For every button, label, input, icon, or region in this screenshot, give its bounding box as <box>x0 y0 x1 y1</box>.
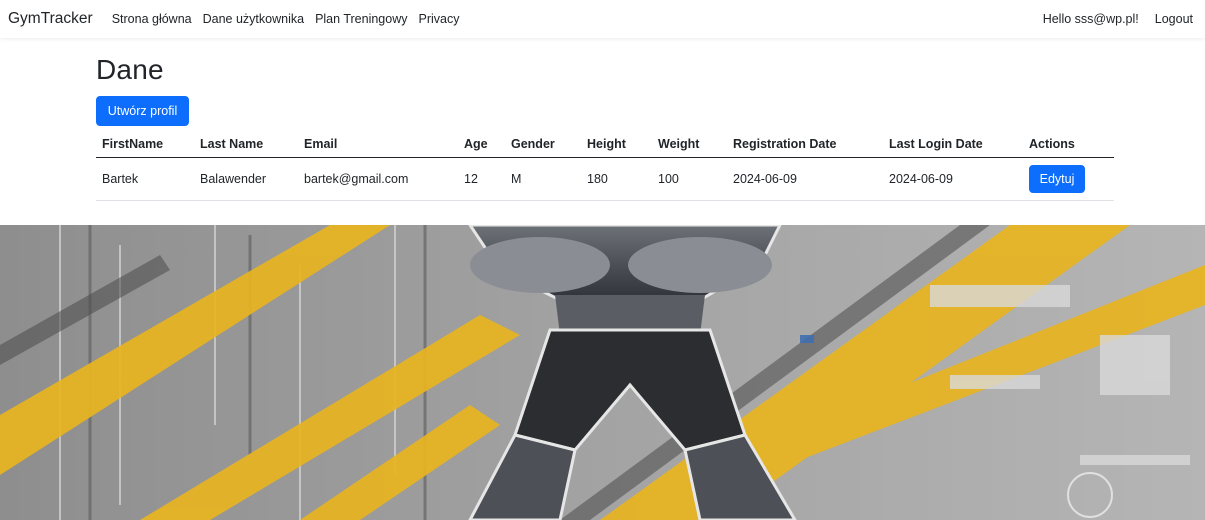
header-last-name: Last Name <box>194 132 298 158</box>
header-first-name: FirstName <box>96 132 194 158</box>
navbar: GymTracker Strona główna Dane użytkownik… <box>0 0 1205 38</box>
header-email: Email <box>298 132 458 158</box>
create-profile-button[interactable]: Utwórz profil <box>96 96 189 126</box>
bodybuilder-illustration <box>0 225 1205 520</box>
nav-link-user-data[interactable]: Dane użytkownika <box>198 12 310 26</box>
table-header-row: FirstName Last Name Email Age Gender Hei… <box>96 132 1114 158</box>
cell-age: 12 <box>458 157 505 201</box>
brand-logo[interactable]: GymTracker <box>8 10 93 28</box>
header-height: Height <box>581 132 652 158</box>
nav-link-training-plan[interactable]: Plan Treningowy <box>310 12 413 26</box>
nav-link-privacy[interactable]: Privacy <box>413 12 465 26</box>
header-gender: Gender <box>505 132 581 158</box>
cell-email: bartek@gmail.com <box>298 157 458 201</box>
user-data-table: FirstName Last Name Email Age Gender Hei… <box>96 132 1114 201</box>
cell-height: 180 <box>581 157 652 201</box>
cell-last-name: Balawender <box>194 157 298 201</box>
logout-link[interactable]: Logout <box>1155 12 1193 26</box>
header-last-login-date: Last Login Date <box>883 132 1023 158</box>
header-age: Age <box>458 132 505 158</box>
nav-user-area: Hello sss@wp.pl! Logout <box>1043 12 1205 26</box>
cell-actions: Edytuj <box>1023 157 1114 201</box>
header-weight: Weight <box>652 132 727 158</box>
cell-weight: 100 <box>652 157 727 201</box>
header-actions: Actions <box>1023 132 1114 158</box>
nav-link-home[interactable]: Strona główna <box>107 12 198 26</box>
table-row: Bartek Balawender bartek@gmail.com 12 M … <box>96 157 1114 201</box>
cell-registration-date: 2024-06-09 <box>727 157 883 201</box>
cell-gender: M <box>505 157 581 201</box>
cell-first-name: Bartek <box>96 157 194 201</box>
header-registration-date: Registration Date <box>727 132 883 158</box>
page-title: Dane <box>96 54 164 85</box>
user-greeting[interactable]: Hello sss@wp.pl! <box>1043 12 1139 26</box>
cell-last-login-date: 2024-06-09 <box>883 157 1023 201</box>
hero-bodybuilder-image <box>0 225 1205 520</box>
nav-links: Strona główna Dane użytkownika Plan Tren… <box>107 12 466 26</box>
edit-button[interactable]: Edytuj <box>1029 164 1085 193</box>
